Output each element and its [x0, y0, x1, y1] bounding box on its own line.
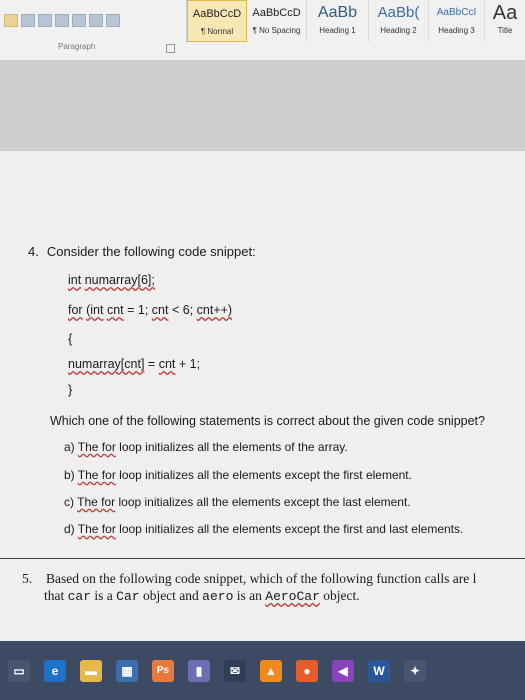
style-preview: Aa — [492, 2, 518, 24]
code-token: int — [68, 273, 82, 287]
code-token: cnt — [106, 303, 124, 317]
option-c: c) The for loop initializes all the elem… — [64, 495, 411, 509]
mail-icon[interactable]: ✉ — [224, 659, 246, 682]
edge-icon[interactable]: e — [44, 659, 66, 682]
style-name: Heading 1 — [319, 26, 356, 35]
code-token: < 6; — [171, 303, 194, 317]
question-number: 4. — [28, 244, 39, 259]
style-no-spacing[interactable]: AaBbCcD ¶ No Spacing — [247, 0, 307, 42]
option-letter: d) — [64, 522, 75, 536]
style-name: ¶ No Spacing — [252, 26, 301, 35]
style-name: Heading 3 — [438, 26, 475, 35]
code-token: cnt++) — [196, 303, 233, 317]
question-prompt: Consider the following code snippet: — [46, 244, 256, 259]
option-letter: a) — [64, 440, 75, 454]
store-icon[interactable]: ▦ — [116, 659, 138, 682]
code-token: numarray[6]; — [84, 273, 155, 287]
style-name: Heading 2 — [380, 26, 417, 35]
option-text: loop initializes all the elements except… — [119, 522, 464, 536]
option-a: a) The for loop initializes all the elem… — [64, 440, 348, 454]
option-for: The for — [77, 440, 116, 454]
code-token: Car — [116, 589, 140, 604]
word-ribbon: AaBbCcD ¶ Normal AaBbCcD ¶ No Spacing Aa… — [0, 0, 525, 61]
section-divider — [0, 558, 525, 559]
media-icon[interactable]: ◀ — [332, 659, 354, 682]
style-heading-3[interactable]: AaBbCcI Heading 3 — [429, 0, 485, 42]
document-gutter — [0, 61, 525, 151]
question-5-line-2: that car is a Car object and aero is an … — [22, 587, 525, 605]
option-text: loop initializes all the elements except… — [119, 468, 412, 482]
question-4-text: Which one of the following statements is… — [50, 414, 485, 428]
code-token: = 1; — [127, 303, 149, 317]
code-token: for — [68, 303, 83, 317]
style-heading-1[interactable]: AaBb Heading 1 — [307, 0, 369, 42]
borders-icon[interactable] — [106, 14, 120, 27]
style-preview: AaBbCcD — [192, 8, 242, 20]
task-view-icon[interactable]: ▭ — [8, 659, 30, 682]
style-preview: AaBbCcD — [252, 7, 301, 19]
code-token: car — [67, 589, 92, 604]
option-for: The for — [77, 468, 116, 482]
vlc-icon[interactable]: ▲ — [260, 659, 282, 682]
style-normal[interactable]: AaBbCcD ¶ Normal — [187, 0, 247, 42]
code-line-body: numarray[cnt] = cnt + 1; — [68, 357, 200, 371]
style-preview: AaBbCcI — [436, 7, 477, 18]
justify-icon[interactable] — [55, 14, 69, 27]
option-d: d) The for loop initializes all the elem… — [64, 522, 463, 536]
code-token: aero — [202, 589, 234, 604]
option-for: The for — [77, 522, 116, 536]
code-brace-close: } — [68, 382, 73, 397]
code-token: cnt — [158, 357, 176, 371]
question-number: 5. — [22, 571, 33, 586]
tool-icon[interactable]: ✦ — [404, 659, 426, 682]
option-text: loop initializes all the elements except… — [118, 495, 411, 509]
onenote-icon[interactable]: ▮ — [188, 659, 210, 682]
align-left-icon[interactable] — [4, 14, 18, 27]
style-preview: AaBb — [317, 4, 358, 21]
styles-gallery: AaBbCcD ¶ Normal AaBbCcD ¶ No Spacing Aa… — [186, 0, 525, 42]
option-letter: c) — [64, 495, 74, 509]
taskbar: ▭ e ▬ ▦ Ps ▮ ✉ ▲ ● ◀ W ✦ — [0, 641, 525, 700]
code-line-declaration: int numarray[6]; — [68, 273, 155, 287]
question-text: Based on the following code snippet, whi… — [46, 571, 477, 586]
style-name: ¶ Normal — [200, 27, 234, 36]
question-5-line-1: 5. Based on the following code snippet, w… — [22, 570, 522, 587]
code-token: (int — [86, 303, 104, 317]
code-token: cnt — [151, 303, 169, 317]
text: object and — [142, 588, 199, 603]
dialog-launcher-icon[interactable] — [166, 44, 175, 53]
align-right-icon[interactable] — [38, 14, 52, 27]
file-explorer-icon[interactable]: ▬ — [80, 659, 102, 682]
option-for: The for — [77, 495, 116, 509]
option-letter: b) — [64, 468, 75, 482]
paragraph-group-label: Paragraph — [58, 42, 96, 51]
option-text: loop initializes all the elements of the… — [119, 440, 348, 454]
word-icon[interactable]: W — [368, 659, 390, 682]
style-name: Title — [497, 26, 513, 35]
code-token: + 1; — [178, 357, 201, 371]
question-5: 5. Based on the following code snippet, w… — [22, 570, 525, 605]
style-preview: AaBb( — [377, 4, 420, 21]
photoshop-icon[interactable]: Ps — [152, 659, 174, 682]
code-line-for: for (int cnt = 1; cnt < 6; cnt++) — [68, 303, 232, 317]
align-center-icon[interactable] — [21, 14, 35, 27]
document-page — [0, 151, 525, 641]
text: object. — [323, 588, 360, 603]
shading-icon[interactable] — [89, 14, 103, 27]
code-brace-open: { — [68, 331, 73, 346]
paragraph-tools — [4, 14, 120, 27]
code-token: AeroCar — [265, 589, 320, 604]
code-token: numarray[cnt] — [68, 357, 145, 371]
style-title[interactable]: Aa Title — [485, 0, 525, 42]
text: is an — [236, 588, 262, 603]
code-token: = — [147, 357, 156, 371]
text: is a — [94, 588, 113, 603]
firefox-icon[interactable]: ● — [296, 659, 318, 682]
text: that — [44, 588, 65, 603]
option-b: b) The for loop initializes all the elem… — [64, 468, 412, 482]
question-4-heading: 4. Consider the following code snippet: — [28, 244, 256, 259]
line-spacing-icon[interactable] — [72, 14, 86, 27]
style-heading-2[interactable]: AaBb( Heading 2 — [369, 0, 429, 42]
